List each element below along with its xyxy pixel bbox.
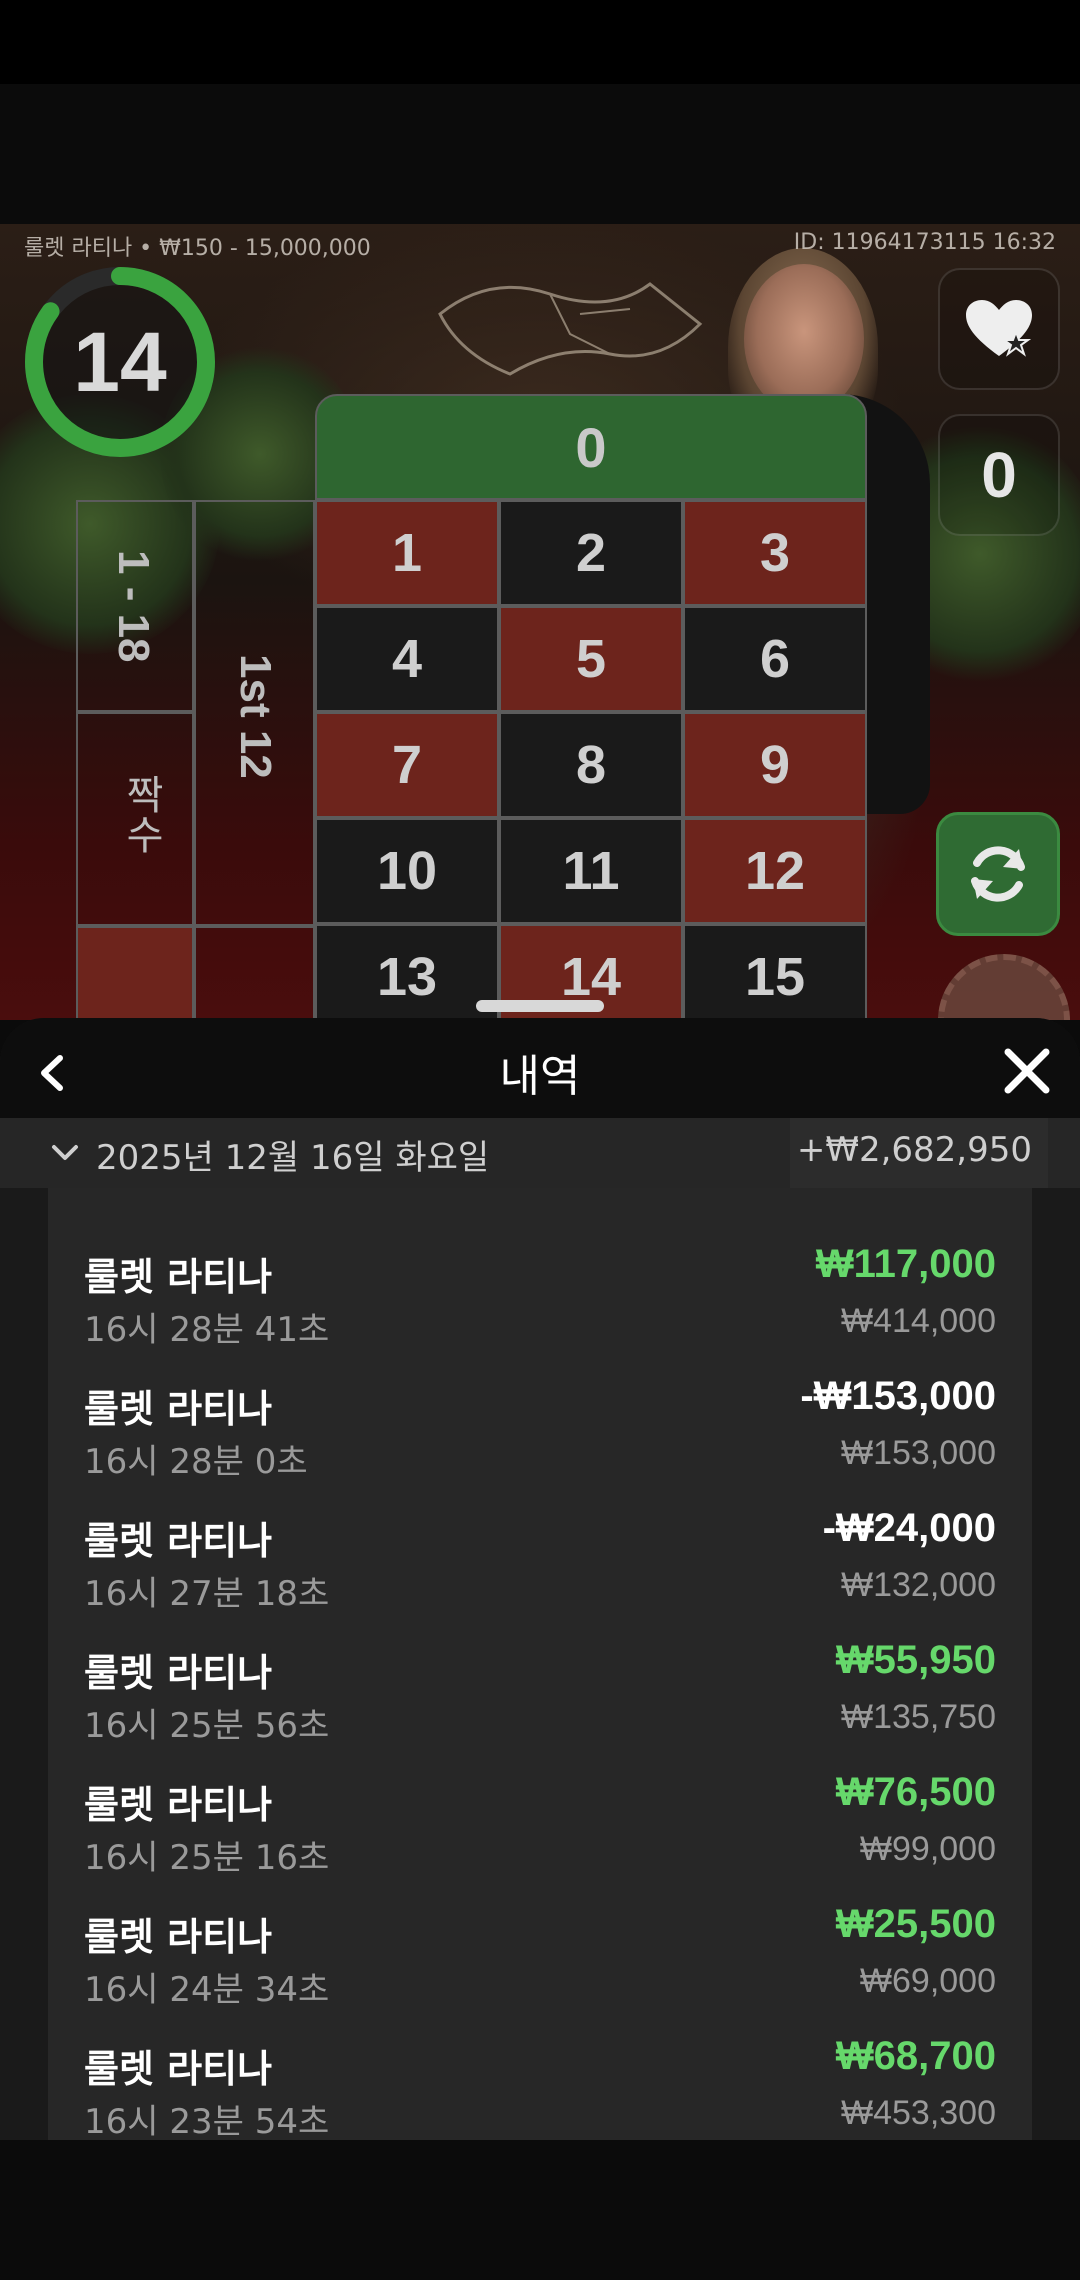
countdown-timer-value: 14: [73, 314, 167, 409]
bet-number-1[interactable]: 1: [315, 500, 499, 606]
round-info: ID: 11964173115 16:32: [793, 230, 1056, 255]
result-amount: ₩76,500: [835, 1770, 996, 1814]
bet-dozen-cell[interactable]: [194, 926, 315, 1020]
result-amount: ₩55,950: [835, 1638, 996, 1682]
bet-amount: ₩135,750: [841, 1698, 996, 1736]
bet-red[interactable]: [76, 926, 194, 1020]
chip-selector[interactable]: [938, 954, 1070, 1020]
round-time: 16시 28분 0초: [84, 1442, 308, 1482]
sheet-drag-handle[interactable]: [476, 1000, 604, 1012]
result-amount: ₩117,000: [815, 1242, 996, 1286]
status-bar: [0, 0, 1080, 84]
game-name: 룰렛 라티나: [84, 1519, 273, 1563]
result-amount: ₩68,700: [835, 2034, 996, 2078]
bet-number-13[interactable]: 13: [315, 924, 499, 1020]
favorite-button[interactable]: [938, 268, 1060, 390]
chevron-down-icon: [52, 1145, 78, 1160]
result-amount: -₩153,000: [800, 1374, 996, 1418]
bet-number-3[interactable]: 3: [683, 500, 867, 606]
bet-amount: ₩69,000: [859, 1962, 996, 2000]
bet-number-2[interactable]: 2: [499, 500, 683, 606]
top-spacer: [0, 84, 1080, 224]
table-info: 룰렛 라티나 • ₩150 - 15,000,000: [24, 236, 371, 261]
bet-number-6[interactable]: 6: [683, 606, 867, 712]
date-label: 2025년 12월 16일 화요일: [96, 1138, 490, 1178]
round-time: 16시 28분 41초: [84, 1310, 330, 1350]
bet-number-12[interactable]: 12: [683, 818, 867, 924]
round-time: 16시 25분 56초: [84, 1706, 330, 1746]
refresh-icon: [971, 846, 1025, 902]
system-nav-area: [0, 2140, 1080, 2280]
heart-star-icon: [966, 300, 1032, 357]
bet-amount: ₩153,000: [841, 1434, 996, 1472]
game-name: 룰렛 라티나: [84, 2047, 273, 2091]
live-game-view: 룰렛 라티나 • ₩150 - 15,000,000 ID: 119641731…: [0, 224, 1080, 1020]
round-time: 16시 27분 18초: [84, 1574, 330, 1614]
bet-amount: ₩99,000: [859, 1830, 996, 1868]
history-row[interactable]: 룰렛 라티나 16시 28분 41초 ₩117,000 ₩414,000: [48, 1224, 1032, 1356]
round-time: 16시 23분 54초: [84, 2102, 330, 2140]
game-name: 룰렛 라티나: [84, 1651, 273, 1695]
history-row[interactable]: 룰렛 라티나 16시 25분 56초 ₩55,950 ₩135,750: [48, 1620, 1032, 1752]
rebet-button[interactable]: [936, 812, 1060, 936]
date-total: +₩2,682,950: [796, 1130, 1032, 1170]
bet-dozen-1-label: 1st 12: [231, 654, 280, 779]
history-sheet: 내역 2025년 12월 16일 화요일 +₩2,682,950 룰렛 라티나 1…: [0, 1018, 1080, 2140]
history-row[interactable]: 룰렛 라티나 16시 27분 18초 -₩24,000 ₩132,000: [48, 1488, 1032, 1620]
round-time: 16시 24분 34초: [84, 1970, 330, 2010]
bet-number-15[interactable]: 15: [683, 924, 867, 1020]
result-amount: -₩24,000: [822, 1506, 996, 1550]
bet-number-5[interactable]: 5: [499, 606, 683, 712]
bet-number-9[interactable]: 9: [683, 712, 867, 818]
bet-number-10[interactable]: 10: [315, 818, 499, 924]
bet-number-4[interactable]: 4: [315, 606, 499, 712]
result-amount: ₩25,500: [835, 1902, 996, 1946]
history-row[interactable]: 룰렛 라티나 16시 25분 16초 ₩76,500 ₩99,000: [48, 1752, 1032, 1884]
game-name: 룰렛 라티나: [84, 1387, 273, 1431]
round-time: 16시 25분 16초: [84, 1838, 330, 1878]
bet-number-8[interactable]: 8: [499, 712, 683, 818]
game-name: 룰렛 라티나: [84, 1783, 273, 1827]
zero-bet-button[interactable]: 0: [938, 414, 1060, 536]
history-row[interactable]: 룰렛 라티나 16시 28분 0초 -₩153,000 ₩153,000: [48, 1356, 1032, 1488]
history-list: 룰렛 라티나 16시 28분 41초 ₩117,000 ₩414,000 룰렛 라티나 1…: [48, 1188, 1032, 2140]
game-name: 룰렛 라티나: [84, 1255, 273, 1299]
bet-even-label: 짝수: [118, 774, 164, 854]
game-name: 룰렛 라티나: [84, 1915, 273, 1959]
bet-amount: ₩132,000: [841, 1566, 996, 1604]
bet-amount: ₩414,000: [841, 1302, 996, 1340]
bet-number-0[interactable]: 0: [315, 394, 867, 500]
bet-amount: ₩453,300: [841, 2094, 996, 2132]
history-row[interactable]: 룰렛 라티나 16시 24분 34초 ₩25,500 ₩69,000: [48, 1884, 1032, 2016]
world-map-decoration: [438, 282, 703, 376]
bet-number-7[interactable]: 7: [315, 712, 499, 818]
history-row[interactable]: 룰렛 라티나 16시 23분 54초 ₩68,700 ₩453,300: [48, 2016, 1032, 2140]
history-title: 내역: [499, 1051, 581, 1102]
bet-low-label: 1 - 18: [109, 550, 158, 663]
dealer-face: [744, 264, 864, 414]
bet-number-11[interactable]: 11: [499, 818, 683, 924]
history-header: 내역: [0, 1018, 1080, 1118]
date-group-header[interactable]: 2025년 12월 16일 화요일 +₩2,682,950: [0, 1118, 1080, 1188]
close-icon[interactable]: [1000, 1044, 1054, 1098]
